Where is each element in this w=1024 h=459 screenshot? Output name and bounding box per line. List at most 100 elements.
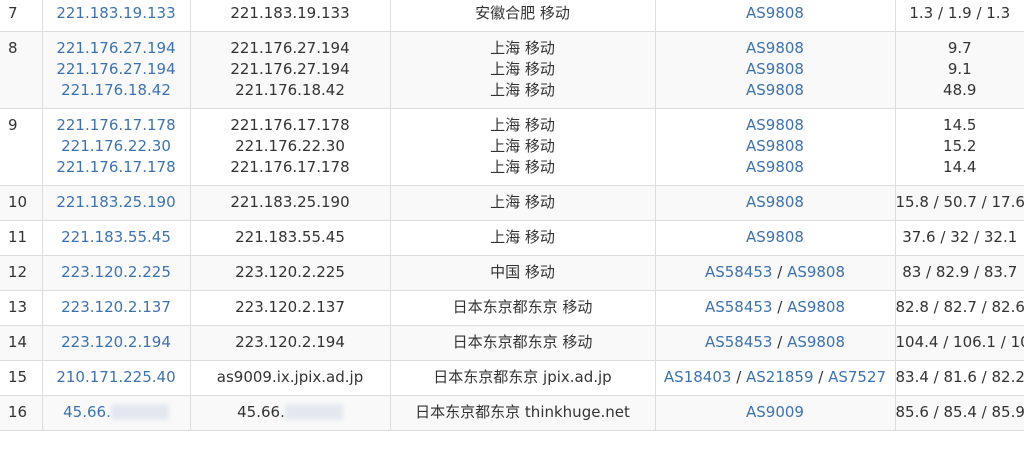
ip-link[interactable]: 223.120.2.225	[61, 263, 171, 281]
hostname-text: 221.183.25.190	[230, 193, 350, 211]
hostname-text: 221.176.22.30	[235, 137, 345, 155]
latency-text: 83 / 82.9 / 83.7	[902, 263, 1018, 281]
time-cell: 37.6 / 32 / 32.1	[895, 220, 1024, 256]
ip-link[interactable]: 221.176.27.194	[56, 60, 175, 78]
ip-text: 221.176.17.178	[56, 116, 176, 134]
hostname-text: as9009.ix.jpix.ad.jp	[216, 368, 364, 386]
hop-row: 8 221.176.27.194 221.176.27.194 221.176.18.…	[0, 31, 1024, 109]
traceroute-rows: 7 221.183.19.133 221.183.19.133 安徽合肥 移动 AS98…	[0, 0, 1024, 431]
hop-number: 7	[0, 0, 43, 32]
latency-text: 104.4 / 106.1 / 101.3	[895, 333, 1024, 351]
hop-number: 16	[0, 395, 43, 431]
hop-row: 12 223.120.2.225 223.120.2.225 中国 移动 AS58453…	[0, 255, 1024, 291]
hostname-text: 221.176.17.178	[230, 116, 350, 134]
location-cell: 日本东京都东京 移动	[390, 290, 656, 326]
asn-link[interactable]: AS9808	[787, 333, 845, 351]
ip-cell: 221.183.19.133	[42, 0, 191, 32]
ip-link[interactable]: 210.171.225.40	[56, 368, 175, 386]
ip-link[interactable]: 223.120.2.194	[61, 333, 171, 351]
ip-text: 221.176.22.30	[61, 137, 171, 155]
asn-separator: /	[731, 368, 747, 386]
time-cell: 9.7 9.1 48.9	[895, 31, 1024, 109]
ip-link[interactable]: 221.176.27.194	[56, 39, 175, 57]
asn-link[interactable]: AS9808	[746, 4, 804, 22]
asn-link[interactable]: AS9808	[746, 60, 804, 78]
hop-number: 10	[0, 185, 43, 221]
asn-link[interactable]: AS58453	[705, 333, 773, 351]
hop-number: 9	[0, 108, 43, 186]
asn-link[interactable]: AS9808	[787, 298, 845, 316]
host-cell: 223.120.2.225	[190, 255, 391, 291]
asn-link[interactable]: AS9808	[746, 81, 804, 99]
location-text: 日本东京都东京 jpix.ad.jp	[433, 368, 612, 386]
asn-link[interactable]: AS9009	[746, 403, 804, 421]
ip-link[interactable]: 221.176.17.178	[56, 158, 175, 176]
asn-link[interactable]: AS9808	[787, 263, 845, 281]
ip-text: 45.66.	[63, 403, 111, 421]
asn-separator: /	[772, 263, 788, 281]
hop-number: 12	[0, 255, 43, 291]
hostname-text: 223.120.2.194	[235, 333, 345, 351]
asn-link[interactable]: AS9808	[746, 158, 804, 176]
ip-text: 221.176.27.194	[56, 39, 176, 57]
location-cell: 安徽合肥 移动	[390, 0, 656, 32]
asn-link[interactable]: AS9808	[746, 137, 804, 155]
host-cell: 221.183.55.45	[190, 220, 391, 256]
latency-text: 15.8 / 50.7 / 17.6	[895, 193, 1024, 211]
asn-link[interactable]: AS9808	[746, 39, 804, 57]
hop-number: 13	[0, 290, 43, 326]
ip-cell: 210.171.225.40	[42, 360, 191, 396]
host-cell: 221.183.19.133	[190, 0, 391, 32]
asn-link[interactable]: AS21859	[746, 368, 814, 386]
host-cell: 221.183.25.190	[190, 185, 391, 221]
host-cell: 221.176.17.178 221.176.22.30 221.176.17.17…	[190, 108, 391, 186]
asn-link[interactable]: AS9808	[746, 193, 804, 211]
latency-text: 83.4 / 81.6 / 82.2	[895, 368, 1024, 386]
location-cell: 上海 移动	[390, 220, 656, 256]
ip-text: 223.120.2.137	[61, 298, 171, 316]
asn-link[interactable]: AS7527	[828, 368, 886, 386]
asn-link[interactable]: AS18403	[664, 368, 732, 386]
time-cell: 14.5 15.2 14.4	[895, 108, 1024, 186]
hop-number: 15	[0, 360, 43, 396]
time-cell: 1.3 / 1.9 / 1.3	[895, 0, 1024, 32]
hostname-text: 45.66.	[237, 403, 285, 421]
asns-cell: AS9808 AS9808 AS9808	[655, 31, 896, 109]
ip-link[interactable]: 221.176.22.30	[61, 137, 171, 155]
asns-cell: AS58453 / AS9808	[655, 255, 896, 291]
ip-link[interactable]: 221.176.17.178	[56, 116, 175, 134]
hop-number: 11	[0, 220, 43, 256]
location-cell: 中国 移动	[390, 255, 656, 291]
ip-cell: 223.120.2.137	[42, 290, 191, 326]
latency-text: 15.2	[943, 137, 977, 155]
asn-link[interactable]: AS58453	[705, 298, 773, 316]
location-cell: 上海 移动 上海 移动 上海 移动	[390, 108, 656, 186]
asn-link[interactable]: AS9808	[746, 228, 804, 246]
asn-link[interactable]: AS58453	[705, 263, 773, 281]
ip-text: 221.183.55.45	[61, 228, 171, 246]
ip-link[interactable]: 223.120.2.137	[61, 298, 171, 316]
host-cell: as9009.ix.jpix.ad.jp	[190, 360, 391, 396]
ip-cell: 223.120.2.194	[42, 325, 191, 361]
asn-separator: /	[772, 298, 788, 316]
ip-link[interactable]: 45.66.	[63, 403, 169, 421]
ip-link[interactable]: 221.183.19.133	[56, 4, 175, 22]
hop-row: 11 221.183.55.45 221.183.55.45 上海 移动 AS9808 3…	[0, 220, 1024, 256]
hostname-text: 221.176.27.194	[230, 60, 350, 78]
ip-link[interactable]: 221.183.25.190	[56, 193, 175, 211]
location-cell: 上海 移动 上海 移动 上海 移动	[390, 31, 656, 109]
time-cell: 83.4 / 81.6 / 82.2	[895, 360, 1024, 396]
latency-text: 37.6 / 32 / 32.1	[902, 228, 1018, 246]
asn-link[interactable]: AS9808	[746, 116, 804, 134]
latency-text: 82.8 / 82.7 / 82.6	[895, 298, 1024, 316]
ip-link[interactable]: 221.183.55.45	[61, 228, 171, 246]
hop-row: 7 221.183.19.133 221.183.19.133 安徽合肥 移动 AS98…	[0, 0, 1024, 32]
hostname-text: 221.176.18.42	[235, 81, 345, 99]
location-cell: 日本东京都东京 thinkhuge.net	[390, 395, 656, 431]
ip-link[interactable]: 221.176.18.42	[61, 81, 171, 99]
ip-cell: 223.120.2.225	[42, 255, 191, 291]
time-cell: 82.8 / 82.7 / 82.6	[895, 290, 1024, 326]
location-text: 日本东京都东京 thinkhuge.net	[415, 403, 630, 421]
location-text: 上海 移动	[490, 158, 555, 176]
asn-separator: /	[772, 333, 788, 351]
